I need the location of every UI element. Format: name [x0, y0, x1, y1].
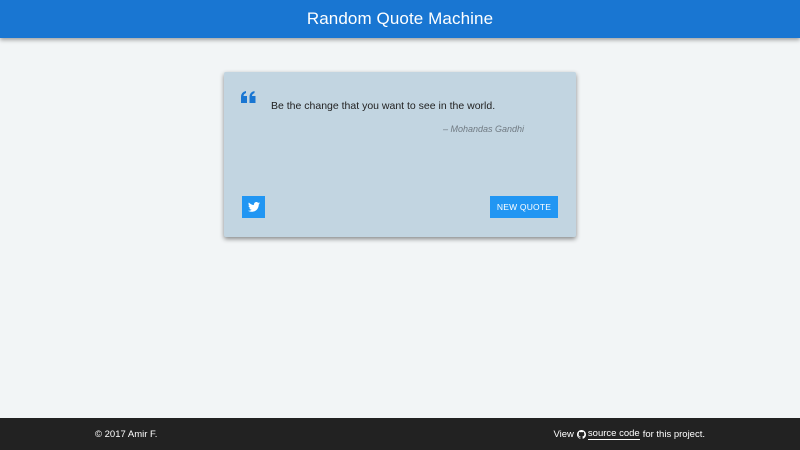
quote-author: – Mohandas Gandhi — [442, 124, 524, 134]
view-prefix-text: View — [553, 429, 574, 440]
copyright-text: © 2017 Amir F. — [95, 429, 158, 440]
new-quote-button[interactable]: NEW QUOTE — [490, 196, 558, 218]
app-header: Random Quote Machine — [0, 0, 800, 38]
view-suffix-text: for this project. — [642, 429, 705, 440]
quote-mark-icon — [241, 90, 256, 103]
source-code-link[interactable]: source code — [587, 429, 640, 440]
page-footer: © 2017 Amir F. View source code for this… — [0, 418, 800, 450]
source-credit: View source code for this project. — [553, 429, 705, 440]
quote-card: Be the change that you want to see in th… — [224, 72, 576, 237]
tweet-button[interactable] — [242, 196, 265, 218]
app-title: Random Quote Machine — [306, 9, 494, 28]
quote-text: Be the change that you want to see in th… — [271, 100, 496, 112]
github-icon — [576, 430, 586, 439]
twitter-icon — [247, 200, 260, 215]
